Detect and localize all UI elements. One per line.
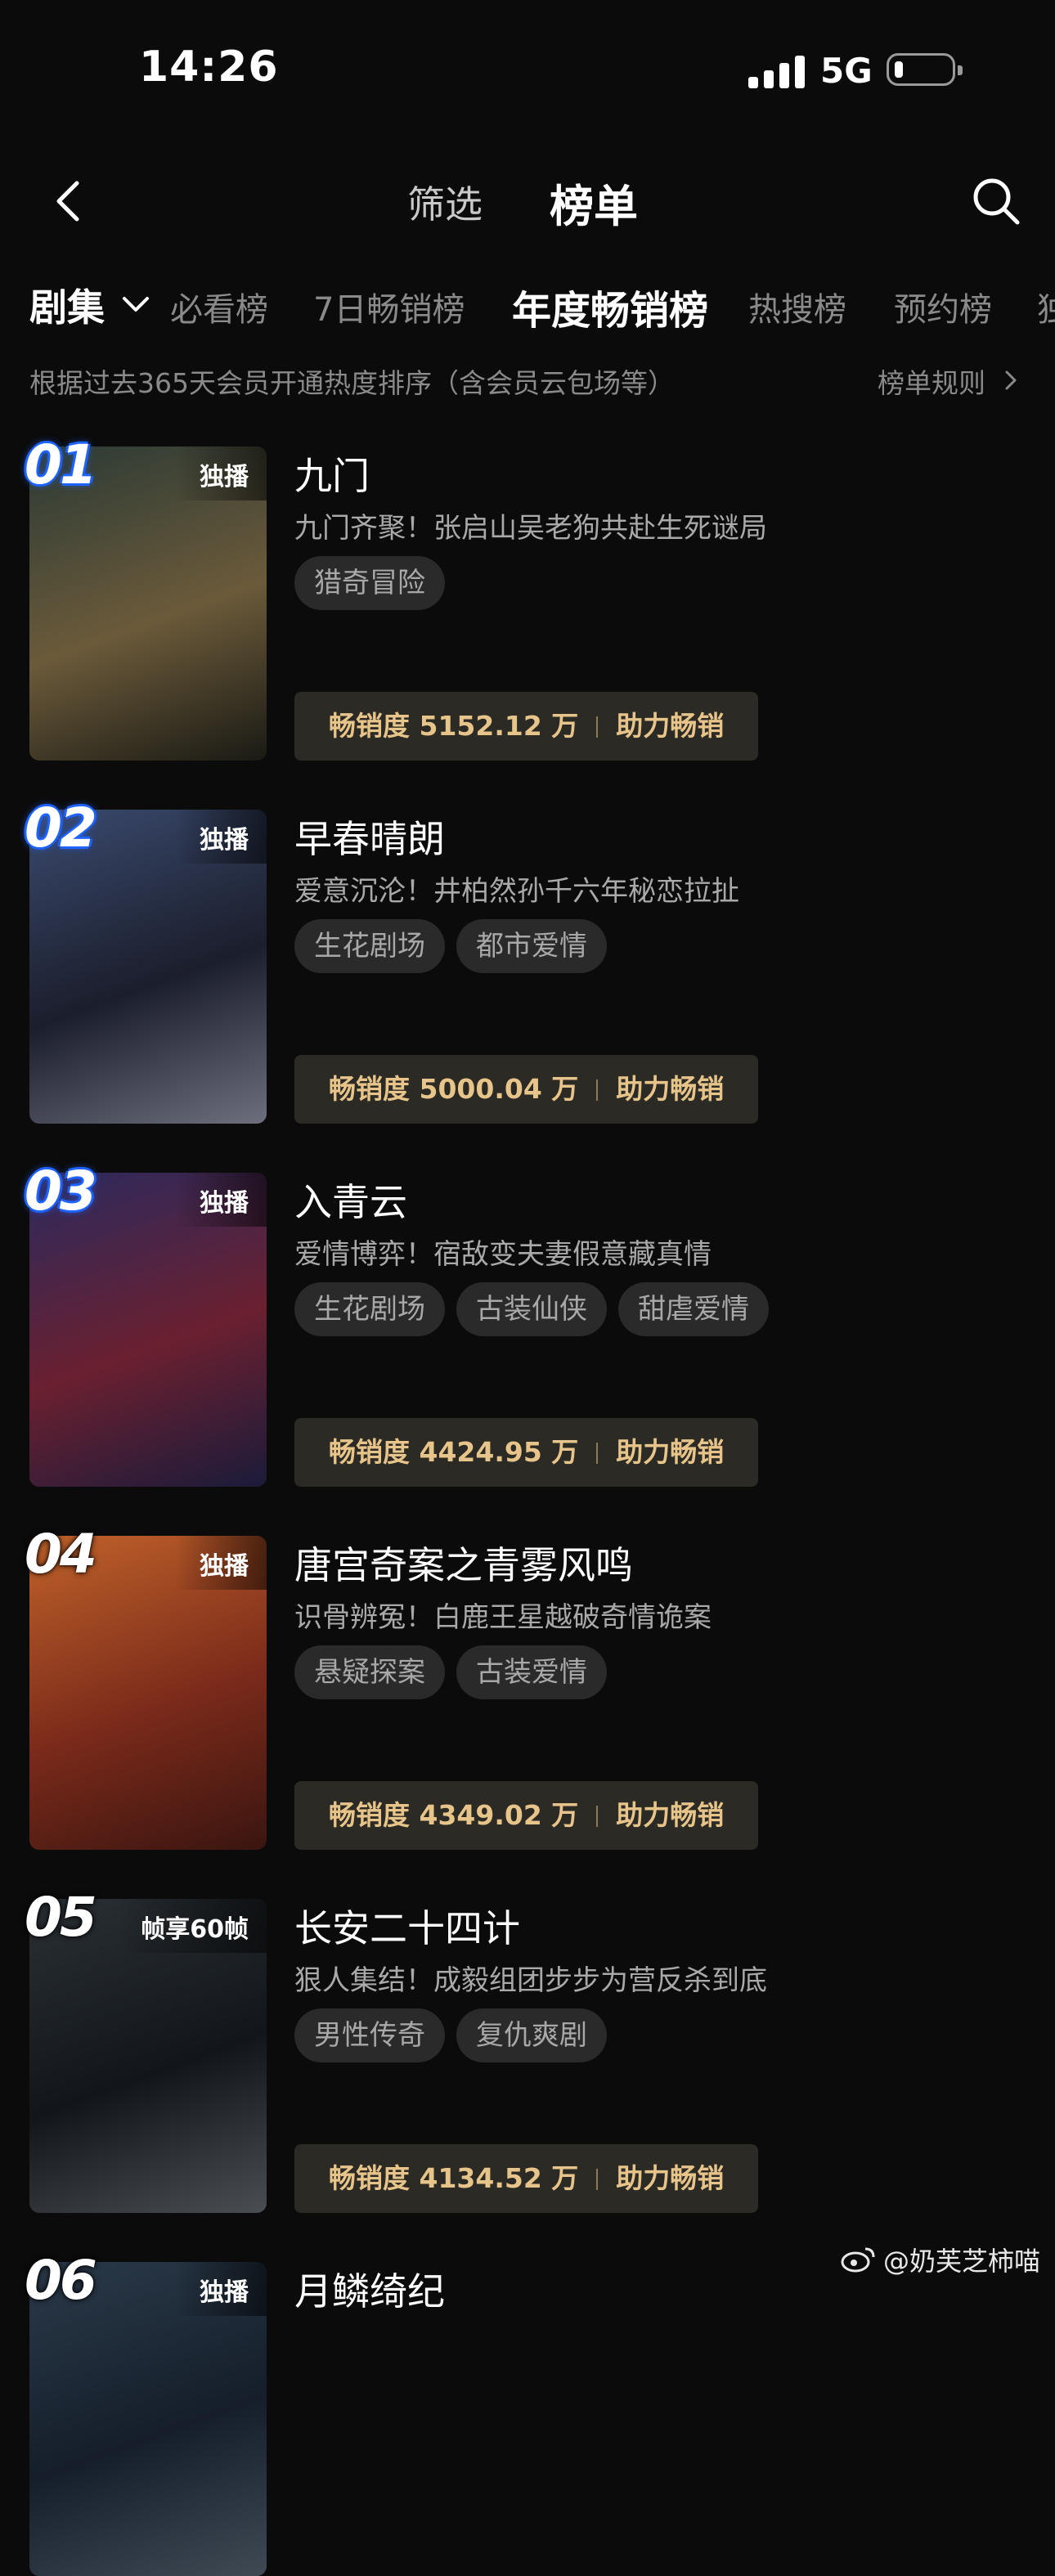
sales-value: 畅销度 5152.12 万 xyxy=(329,710,579,742)
exclusive-badge: 独播 xyxy=(175,1536,267,1590)
tag-list: 悬疑探案 古装爱情 xyxy=(294,1645,607,1699)
exclusive-badge: 独播 xyxy=(175,447,267,500)
sales-value: 畅销度 5000.04 万 xyxy=(329,1073,579,1105)
sales-bar[interactable]: 畅销度 5152.12 万 助力畅销 xyxy=(294,692,759,761)
boost-button[interactable]: 助力畅销 xyxy=(616,1073,724,1105)
chevron-right-icon[interactable] xyxy=(1003,370,1019,391)
tag[interactable]: 猎奇冒险 xyxy=(294,556,445,610)
show-title[interactable]: 入青云 xyxy=(294,1173,407,1227)
category-selector[interactable]: 剧集 xyxy=(29,278,105,332)
rank-number: 03 xyxy=(25,1160,97,1223)
network-type: 5G xyxy=(820,51,873,91)
list-item[interactable]: 帧享60帧 05 长安二十四计 狠人集结！成毅组团步步为营反杀到底 男性传奇 复… xyxy=(0,1886,1055,2226)
list-item[interactable]: 独播 04 唐宫奇案之青雾风鸣 识骨辨冤！白鹿王星越破奇情诡案 悬疑探案 古装爱… xyxy=(0,1523,1055,1863)
rank-number: 05 xyxy=(25,1886,97,1949)
show-subtitle: 爱意沉沦！井柏然孙千六年秘恋拉扯 xyxy=(294,875,739,908)
list-item[interactable]: 独播 03 入青云 爱情博弈！宿敌变夫妻假意藏真情 生花剧场 古装仙侠 甜虐爱情… xyxy=(0,1160,1055,1500)
show-title[interactable]: 月鳞绮纪 xyxy=(294,2262,445,2316)
tab-annual-bestseller[interactable]: 年度畅销榜 xyxy=(512,278,708,335)
frame-rate-badge: 帧享60帧 xyxy=(116,1899,267,1953)
tab-hot-search[interactable]: 热搜榜 xyxy=(748,283,846,330)
sales-bar[interactable]: 畅销度 4424.95 万 助力畅销 xyxy=(294,1418,759,1487)
rank-number: 04 xyxy=(25,1523,97,1586)
tag[interactable]: 古装爱情 xyxy=(456,1645,607,1699)
battery-icon xyxy=(887,53,963,86)
tag[interactable]: 甜虐爱情 xyxy=(618,1282,769,1336)
show-title[interactable]: 唐宫奇案之青雾风鸣 xyxy=(294,1536,633,1590)
tab-filter[interactable]: 筛选 xyxy=(407,175,483,229)
tag-list: 生花剧场 古装仙侠 甜虐爱情 xyxy=(294,1282,769,1336)
tag[interactable]: 生花剧场 xyxy=(294,1282,445,1336)
sales-bar[interactable]: 畅销度 4134.52 万 助力畅销 xyxy=(294,2144,759,2213)
tag-list: 生花剧场 都市爱情 xyxy=(294,919,607,973)
show-title[interactable]: 长安二十四计 xyxy=(294,1899,520,1953)
search-icon[interactable] xyxy=(970,175,1022,227)
exclusive-badge: 独播 xyxy=(175,1173,267,1227)
exclusive-badge: 独播 xyxy=(175,2262,267,2316)
show-title[interactable]: 九门 xyxy=(294,447,370,500)
show-title[interactable]: 早春晴朗 xyxy=(294,810,445,864)
boost-button[interactable]: 助力畅销 xyxy=(616,710,724,742)
sales-value: 畅销度 4424.95 万 xyxy=(329,1436,579,1468)
weibo-logo-icon xyxy=(841,2247,875,2273)
nav-bar: 筛选 榜单 xyxy=(0,155,1055,245)
tag-list: 猎奇冒险 xyxy=(294,556,445,610)
show-subtitle: 九门齐聚！张启山吴老狗共赴生死谜局 xyxy=(294,512,767,545)
tab-ranking[interactable]: 榜单 xyxy=(550,170,638,235)
rank-number: 02 xyxy=(25,797,97,859)
tag[interactable]: 生花剧场 xyxy=(294,919,445,973)
rank-number: 01 xyxy=(25,433,97,496)
tag-list: 男性传奇 复仇爽剧 xyxy=(294,2008,607,2062)
tag[interactable]: 都市爱情 xyxy=(456,919,607,973)
watermark: @奶芙芝柿喵 xyxy=(883,2246,1041,2277)
sales-bar[interactable]: 畅销度 5000.04 万 助力畅销 xyxy=(294,1055,759,1124)
status-bar: 14:26 5G xyxy=(0,0,1055,147)
status-time: 14:26 xyxy=(139,43,279,92)
ranking-tabs: 剧集 必看榜 7日畅销榜 年度畅销榜 热搜榜 预约榜 独 xyxy=(0,278,1055,335)
exclusive-badge: 独播 xyxy=(175,810,267,864)
tab-more[interactable]: 独 xyxy=(1037,283,1055,330)
tab-must-watch[interactable]: 必看榜 xyxy=(170,283,268,330)
sales-bar[interactable]: 畅销度 4349.02 万 助力畅销 xyxy=(294,1781,759,1850)
tab-7day-bestseller[interactable]: 7日畅销榜 xyxy=(313,283,465,330)
boost-button[interactable]: 助力畅销 xyxy=(616,1436,724,1468)
boost-button[interactable]: 助力畅销 xyxy=(616,2162,724,2194)
rank-number: 06 xyxy=(25,2249,97,2312)
list-item[interactable]: 独播 02 早春晴朗 爱意沉沦！井柏然孙千六年秘恋拉扯 生花剧场 都市爱情 畅销… xyxy=(0,797,1055,1137)
sales-value: 畅销度 4349.02 万 xyxy=(329,1799,579,1831)
tag[interactable]: 复仇爽剧 xyxy=(456,2008,607,2062)
sales-value: 畅销度 4134.52 万 xyxy=(329,2162,579,2194)
show-subtitle: 识骨辨冤！白鹿王星越破奇情诡案 xyxy=(294,1601,712,1634)
boost-button[interactable]: 助力畅销 xyxy=(616,1799,724,1831)
tag[interactable]: 古装仙侠 xyxy=(456,1282,607,1336)
signal-icon xyxy=(748,54,806,88)
ranking-description: 根据过去365天会员开通热度排序（含会员云包场等） xyxy=(29,367,675,399)
show-subtitle: 狠人集结！成毅组团步步为营反杀到底 xyxy=(294,1964,767,1997)
back-arrow-icon[interactable] xyxy=(46,177,95,226)
ranking-rules-link[interactable]: 榜单规则 xyxy=(878,361,985,401)
tag[interactable]: 男性传奇 xyxy=(294,2008,445,2062)
chevron-down-icon[interactable] xyxy=(121,294,150,314)
tab-reservation[interactable]: 预约榜 xyxy=(894,283,992,330)
list-item[interactable]: 独播 01 九门 九门齐聚！张启山吴老狗共赴生死谜局 猎奇冒险 畅销度 5152… xyxy=(0,433,1055,774)
tag[interactable]: 悬疑探案 xyxy=(294,1645,445,1699)
show-subtitle: 爱情博弈！宿敌变夫妻假意藏真情 xyxy=(294,1238,712,1271)
